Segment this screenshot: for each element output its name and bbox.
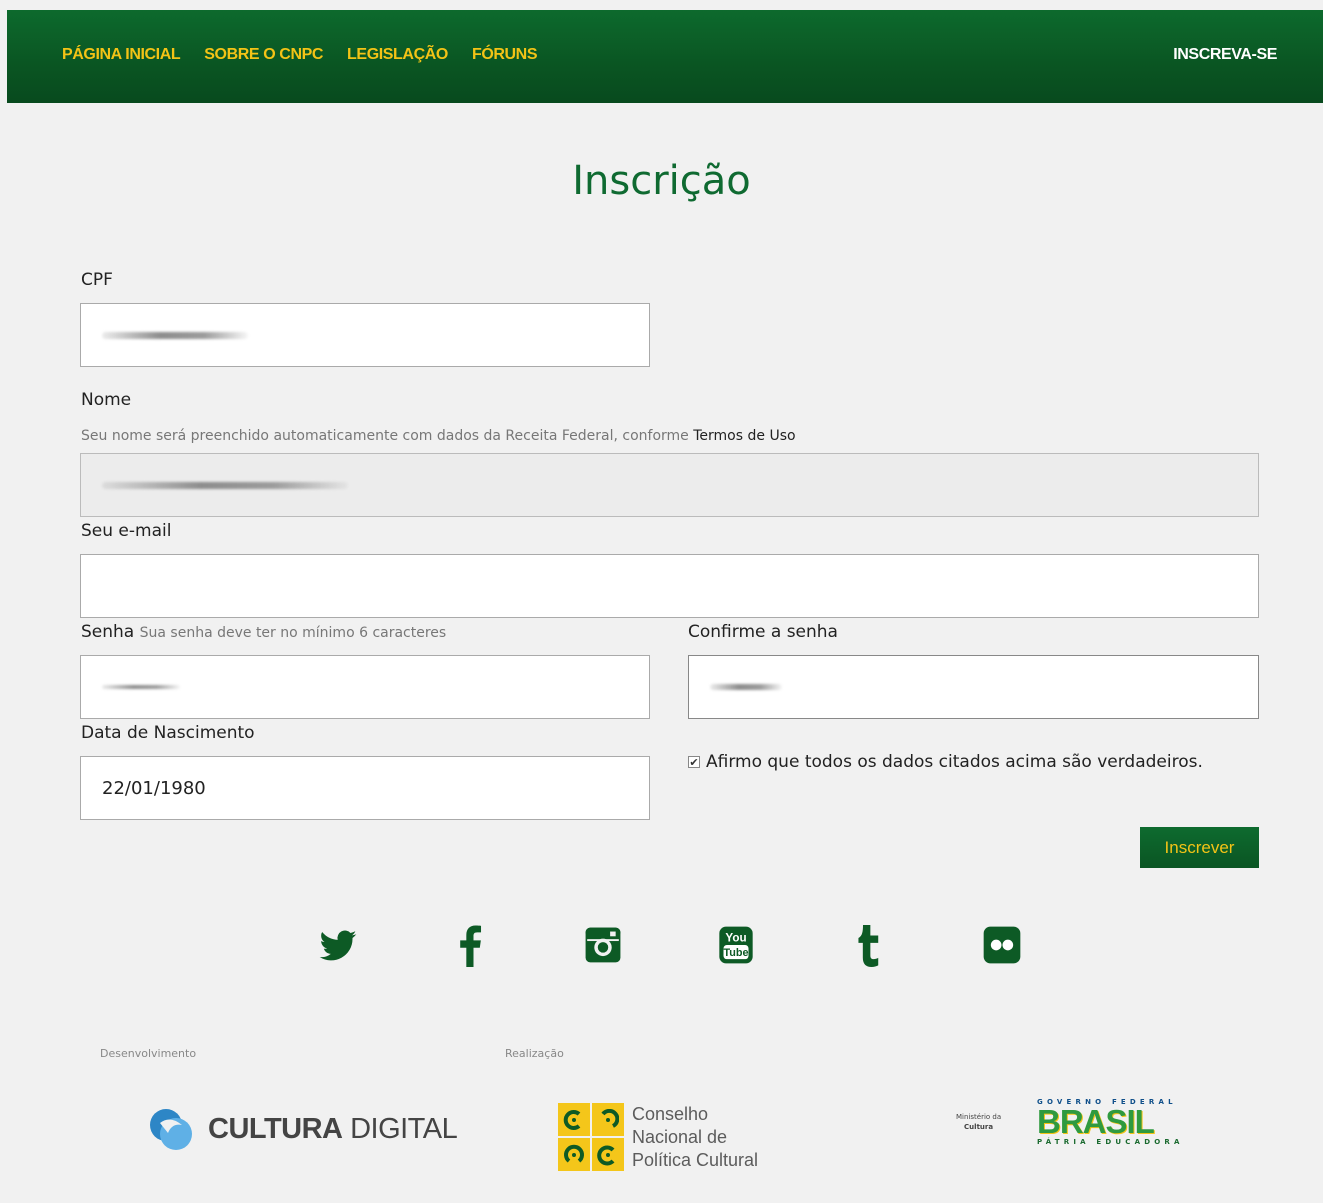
cultura-digital-bold: CULTURA — [208, 1112, 343, 1145]
footer-real-label: Realização — [505, 1047, 564, 1060]
cultura-digital-regular: DIGITAL — [350, 1112, 458, 1145]
cnpc-logo[interactable]: Conselho Nacional de Política Cultural — [558, 1103, 758, 1172]
youtube-tube-text: Tube — [723, 947, 748, 959]
confirm-senha-value-masked — [710, 684, 782, 690]
cultura-digital-logo[interactable]: CULTURA DIGITAL — [146, 1105, 458, 1153]
nome-hint-text: Seu nome será preenchido automaticamente… — [81, 428, 689, 444]
declaration-row: ✔ Afirmo que todos os dados citados acim… — [688, 752, 1203, 772]
main-nav: PÁGINA INICIAL SOBRE O CNPC LEGISLAÇÃO F… — [62, 46, 538, 64]
youtube-you-text: You — [725, 932, 746, 945]
cpf-input[interactable] — [80, 303, 650, 367]
confirm-senha-label: Confirme a senha — [688, 622, 838, 642]
terms-of-use-link[interactable]: Termos de Uso — [693, 428, 795, 444]
cpf-label: CPF — [81, 270, 113, 290]
twitter-icon[interactable] — [318, 925, 358, 965]
confirm-senha-input[interactable] — [688, 655, 1259, 719]
cnpc-name: Conselho Nacional de Política Cultural — [632, 1103, 758, 1172]
nome-hint: Seu nome será preenchido automaticamente… — [81, 428, 796, 444]
cultura-digital-mark-icon — [150, 1109, 192, 1150]
nav-item-home[interactable]: PÁGINA INICIAL — [62, 46, 181, 64]
senha-label: Senha Sua senha deve ter no mínimo 6 car… — [81, 622, 446, 642]
cpf-value-redacted — [102, 331, 248, 339]
nome-label: Nome — [81, 390, 132, 410]
senha-value-masked — [102, 685, 180, 689]
flickr-icon[interactable] — [982, 925, 1022, 965]
cnpc-mark-icon — [558, 1103, 624, 1171]
senha-label-text: Senha — [81, 622, 135, 642]
email-label: Seu e-mail — [81, 521, 172, 541]
senha-hint: Sua senha deve ter no mínimo 6 caractere… — [139, 625, 447, 641]
declaration-label: Afirmo que todos os dados citados acima … — [706, 752, 1203, 772]
brasil-bottom-text: PÁTRIA EDUCADORA — [1037, 1138, 1184, 1146]
nome-input — [80, 453, 1259, 517]
declaration-checkbox[interactable]: ✔ — [688, 756, 700, 768]
page-title: Inscrição — [572, 158, 751, 204]
brasil-word: BRASIL — [1037, 1103, 1155, 1140]
cnpc-line-3: Política Cultural — [632, 1150, 759, 1170]
nome-value-redacted — [102, 481, 348, 489]
footer-dev-label: Desenvolvimento — [100, 1047, 197, 1060]
submit-button[interactable]: Inscrever — [1140, 827, 1259, 868]
cnpc-line-1: Conselho — [632, 1104, 709, 1124]
nav-signup-link[interactable]: INSCREVA-SE — [1173, 46, 1277, 64]
youtube-icon[interactable]: You Tube — [716, 925, 756, 965]
email-input[interactable] — [80, 554, 1259, 618]
senha-input[interactable] — [80, 655, 650, 719]
instagram-icon[interactable] — [584, 925, 622, 965]
tumblr-icon[interactable] — [856, 925, 884, 967]
facebook-icon[interactable] — [456, 925, 484, 967]
minc-line-1: Ministério da — [956, 1113, 1002, 1121]
nav-item-forums[interactable]: FÓRUNS — [472, 46, 538, 64]
nav-item-about[interactable]: SOBRE O CNPC — [204, 46, 323, 64]
governo-federal-brasil-logo: GOVERNO FEDERAL BRASIL PÁTRIA EDUCADORA — [1037, 1098, 1184, 1146]
minc-logo: Ministério da Cultura — [956, 1112, 1001, 1132]
nascimento-label: Data de Nascimento — [81, 723, 255, 743]
top-navbar: PÁGINA INICIAL SOBRE O CNPC LEGISLAÇÃO F… — [7, 10, 1323, 103]
nav-item-legislation[interactable]: LEGISLAÇÃO — [347, 46, 448, 64]
nascimento-input[interactable]: 22/01/1980 — [80, 756, 650, 820]
cnpc-line-2: Nacional de — [632, 1127, 728, 1147]
minc-line-2: Cultura — [964, 1123, 994, 1131]
